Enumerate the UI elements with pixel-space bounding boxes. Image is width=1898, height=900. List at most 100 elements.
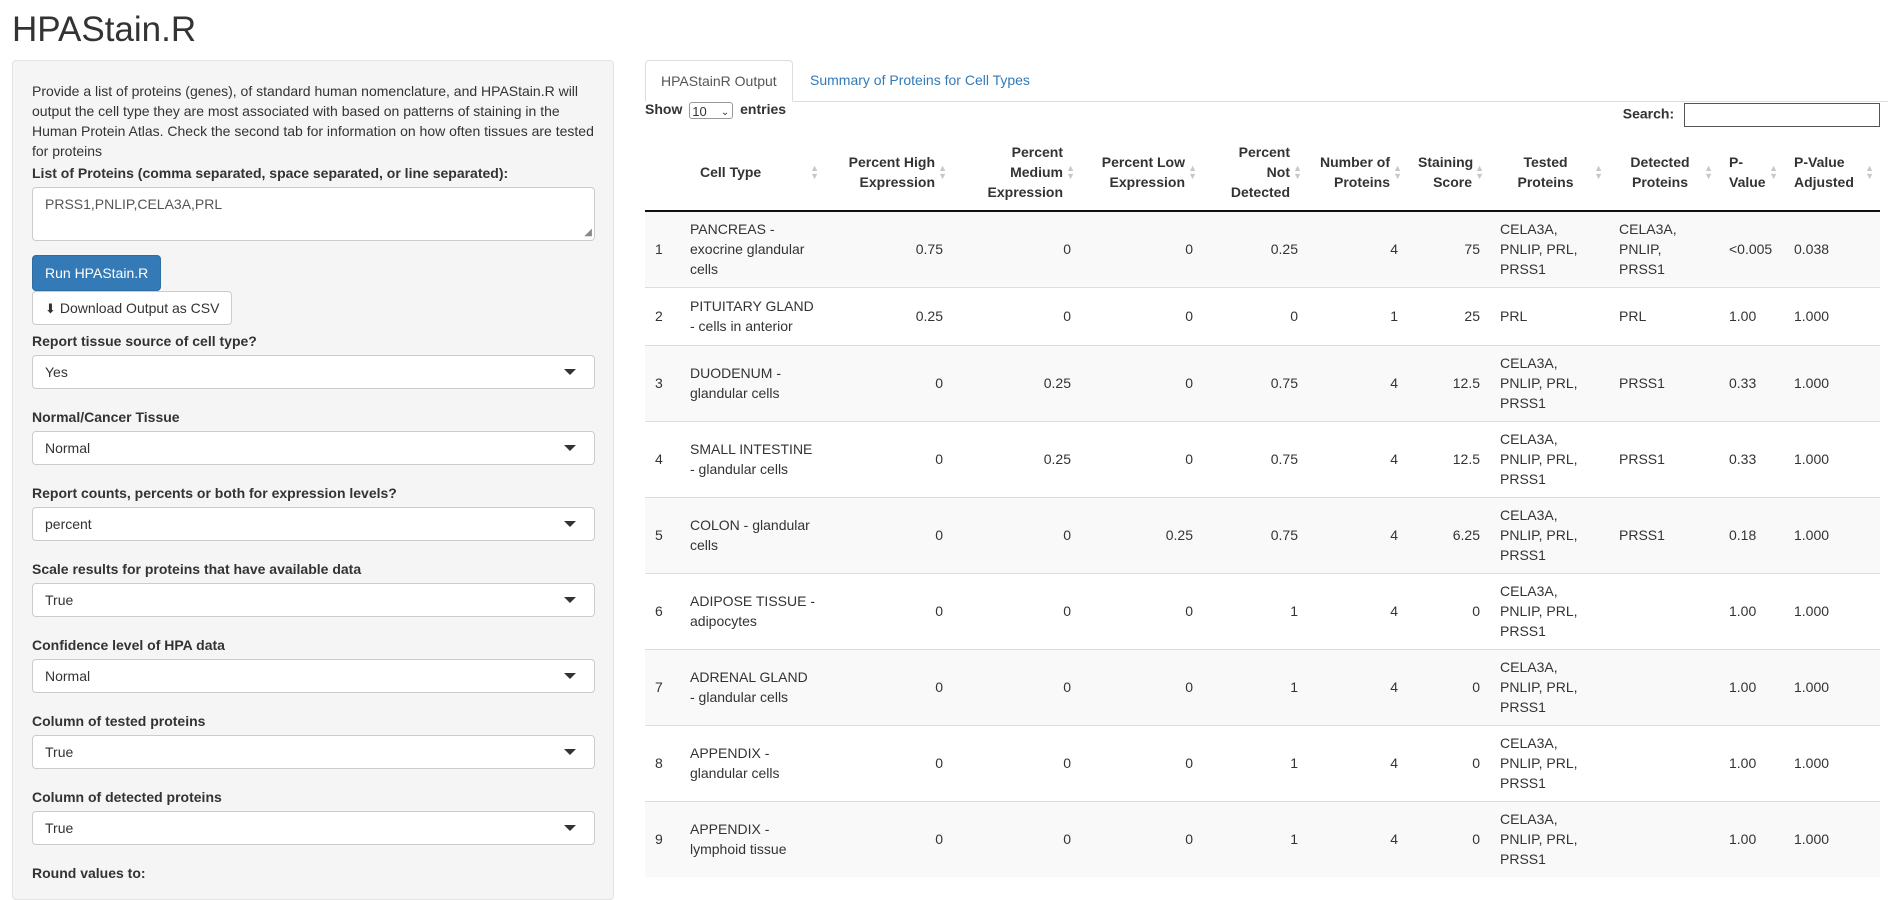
field-label: Report counts, percents or both for expr…: [32, 485, 397, 501]
field-scale-results: Scale results for proteins that have ava…: [32, 561, 595, 617]
row-index: 2: [645, 286, 680, 345]
column-header-cell-type[interactable]: Cell Type ▲ ▼: [680, 134, 825, 212]
percent-high: 0: [825, 572, 953, 649]
sort-icon: ▲ ▼: [1293, 163, 1302, 181]
p-value: 1.00: [1719, 286, 1784, 345]
tested-proteins: CELA3A, PNLIP, PRL, PRSS1: [1490, 420, 1609, 497]
column-header-percent-low[interactable]: Percent Low Expression ▲ ▼: [1081, 134, 1203, 212]
column-header-staining-score[interactable]: Staining Score ▲ ▼: [1408, 134, 1490, 212]
sort-icon: ▲ ▼: [938, 163, 947, 181]
percent-low: 0: [1081, 420, 1203, 497]
scale-results-select[interactable]: True: [32, 583, 595, 617]
row-index: 4: [645, 420, 680, 497]
field-round-values: Round values to:: [32, 865, 594, 881]
staining-score: 0: [1408, 800, 1490, 877]
select-value: Normal: [45, 440, 91, 456]
p-value: 1.00: [1719, 800, 1784, 877]
tab-hpastainr-output[interactable]: HPAStainR Output: [645, 60, 793, 102]
p-value-adjusted: 1.000: [1784, 572, 1880, 649]
row-index: 3: [645, 344, 680, 421]
tissue-source-select[interactable]: Yes: [32, 355, 595, 389]
row-index: 5: [645, 496, 680, 573]
tested-proteins: CELA3A, PNLIP, PRL, PRSS1: [1490, 572, 1609, 649]
staining-score: 0: [1408, 648, 1490, 725]
row-index: 7: [645, 648, 680, 725]
page-length-control: Show 10 ⌄ entries: [645, 101, 786, 119]
percent-medium: 0.25: [953, 420, 1081, 497]
field-label: Column of detected proteins: [32, 789, 222, 805]
confidence-level-select[interactable]: Normal: [32, 659, 595, 693]
cell-type: PANCREAS - exocrine glandular cells: [680, 210, 825, 287]
proteins-label: List of Proteins (comma separated, space…: [32, 165, 509, 181]
expression-format-select[interactable]: percent: [32, 507, 595, 541]
p-value-adjusted: 1.000: [1784, 648, 1880, 725]
detected-proteins: [1609, 572, 1719, 649]
percent-medium: 0: [953, 572, 1081, 649]
proteins-value: PRSS1,PNLIP,CELA3A,PRL: [45, 196, 223, 212]
tab-bar: HPAStainR Output Summary of Proteins for…: [645, 60, 1888, 102]
percent-not-detected: 0.75: [1203, 420, 1308, 497]
staining-score: 75: [1408, 210, 1490, 287]
column-header-p-value-adjusted[interactable]: P-Value Adjusted ▲ ▼: [1784, 134, 1880, 212]
normal-cancer-select[interactable]: Normal: [32, 431, 595, 465]
percent-medium: 0.25: [953, 344, 1081, 421]
table-row: 1 PANCREAS - exocrine glandular cells 0.…: [645, 210, 1880, 287]
detected-proteins-select[interactable]: True: [32, 811, 595, 845]
sort-icon: ▲ ▼: [810, 163, 819, 181]
p-value: 0.18: [1719, 496, 1784, 573]
chevron-down-icon: [564, 445, 576, 451]
column-header-index[interactable]: [645, 134, 680, 212]
column-header-percent-medium[interactable]: Percent Medium Expression ▲ ▼: [953, 134, 1081, 212]
staining-score: 0: [1408, 724, 1490, 801]
percent-high: 0.25: [825, 286, 953, 345]
staining-score: 12.5: [1408, 344, 1490, 421]
percent-low: 0: [1081, 286, 1203, 345]
number-proteins: 4: [1308, 572, 1408, 649]
table-row: 9 APPENDIX - lymphoid tissue 0 0 0 1 4 0…: [645, 800, 1880, 877]
column-header-number-proteins[interactable]: Number of Proteins ▲ ▼: [1308, 134, 1408, 212]
results-table: Cell Type ▲ ▼ Percent High Expression ▲ ▼ Pe…: [645, 134, 1880, 877]
p-value-adjusted: 1.000: [1784, 344, 1880, 421]
column-header-detected-proteins[interactable]: Detected Proteins ▲ ▼: [1609, 134, 1719, 212]
detected-proteins: PRSS1: [1609, 420, 1719, 497]
table-row: 5 COLON - glandular cells 0 0 0.25 0.75 …: [645, 496, 1880, 573]
percent-low: 0: [1081, 800, 1203, 877]
p-value-adjusted: 1.000: [1784, 496, 1880, 573]
sort-icon: ▲ ▼: [1393, 163, 1402, 181]
column-header-percent-not-detected[interactable]: Percent Not Detected ▲ ▼: [1203, 134, 1308, 212]
percent-medium: 0: [953, 496, 1081, 573]
search-input[interactable]: [1684, 103, 1880, 127]
p-value: 1.00: [1719, 648, 1784, 725]
field-label: Column of tested proteins: [32, 713, 206, 729]
download-csv-button[interactable]: ⬇ Download Output as CSV: [32, 291, 233, 325]
chevron-down-icon: [564, 597, 576, 603]
p-value-adjusted: 0.038: [1784, 210, 1880, 287]
number-proteins: 4: [1308, 496, 1408, 573]
field-label: Confidence level of HPA data: [32, 637, 225, 653]
column-header-p-value[interactable]: P-Value ▲ ▼: [1719, 134, 1784, 212]
percent-not-detected: 0.25: [1203, 210, 1308, 287]
intro-text: Provide a list of proteins (genes), of s…: [32, 83, 594, 159]
download-icon: ⬇: [45, 301, 56, 316]
run-button[interactable]: Run HPAStain.R: [32, 255, 162, 291]
resize-handle-icon[interactable]: ◢: [584, 228, 592, 238]
sort-icon: ▲ ▼: [1594, 163, 1603, 181]
tested-proteins-select[interactable]: True: [32, 735, 595, 769]
tab-summary-proteins[interactable]: Summary of Proteins for Cell Types: [795, 60, 1045, 102]
percent-low: 0: [1081, 344, 1203, 421]
tested-proteins: CELA3A, PNLIP, PRL, PRSS1: [1490, 724, 1609, 801]
entries-label: entries: [740, 101, 787, 117]
percent-high: 0.75: [825, 210, 953, 287]
table-row: 8 APPENDIX - glandular cells 0 0 0 1 4 0…: [645, 724, 1880, 801]
proteins-textarea[interactable]: PRSS1,PNLIP,CELA3A,PRL ◢: [32, 187, 595, 241]
column-header-percent-high[interactable]: Percent High Expression ▲ ▼: [825, 134, 953, 212]
number-proteins: 1: [1308, 286, 1408, 345]
download-csv-label: Download Output as CSV: [59, 300, 220, 316]
percent-not-detected: 0.75: [1203, 496, 1308, 573]
page-length-select[interactable]: 10 ⌄: [689, 101, 734, 119]
p-value: 0.33: [1719, 344, 1784, 421]
chevron-down-icon: [564, 521, 576, 527]
detected-proteins: PRSS1: [1609, 344, 1719, 421]
column-header-tested-proteins[interactable]: Tested Proteins ▲ ▼: [1490, 134, 1609, 212]
sort-icon: ▲ ▼: [1769, 163, 1778, 181]
